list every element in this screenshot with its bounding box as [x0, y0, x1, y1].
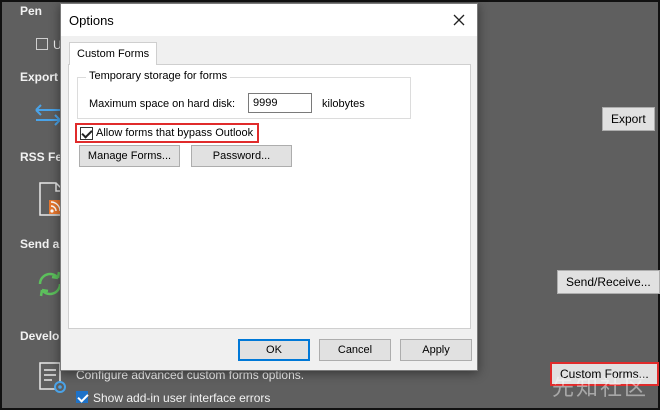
dialog-title: Options	[69, 13, 114, 28]
show-addin-errors-label: Show add-in user interface errors	[93, 391, 271, 405]
close-icon[interactable]	[447, 8, 471, 32]
max-space-input[interactable]	[248, 93, 312, 113]
pen-checkbox[interactable]	[36, 38, 48, 50]
apply-button[interactable]: Apply	[400, 339, 472, 361]
group-title: Temporary storage for forms	[86, 70, 231, 82]
password-button[interactable]: Password...	[191, 145, 292, 167]
export-button[interactable]: Export	[602, 107, 655, 131]
ok-button[interactable]: OK	[238, 339, 310, 361]
temporary-storage-group: Temporary storage for forms Maximum spac…	[77, 70, 411, 119]
tab-custom-forms[interactable]: Custom Forms	[69, 42, 158, 65]
cancel-button[interactable]: Cancel	[319, 339, 391, 361]
options-dialog: Options Custom Forms Temporary storage f…	[60, 3, 478, 371]
show-addin-errors-checkbox[interactable]	[76, 391, 88, 403]
section-pen: Pen	[20, 4, 43, 18]
watermark: 先知社区	[551, 376, 648, 401]
unit-label: kilobytes	[322, 98, 365, 110]
send-receive-button[interactable]: Send/Receive...	[557, 270, 660, 294]
allow-bypass-option[interactable]: Allow forms that bypass Outlook	[75, 123, 260, 143]
max-space-label: Maximum space on hard disk:	[89, 98, 236, 110]
allow-bypass-label: Allow forms that bypass Outlook	[96, 127, 254, 139]
dialog-titlebar: Options	[61, 4, 477, 36]
custom-forms-panel: Temporary storage for forms Maximum spac…	[68, 64, 471, 329]
allow-bypass-checkbox[interactable]	[80, 126, 93, 140]
manage-forms-button[interactable]: Manage Forms...	[79, 145, 180, 167]
section-export: Export	[20, 70, 59, 84]
